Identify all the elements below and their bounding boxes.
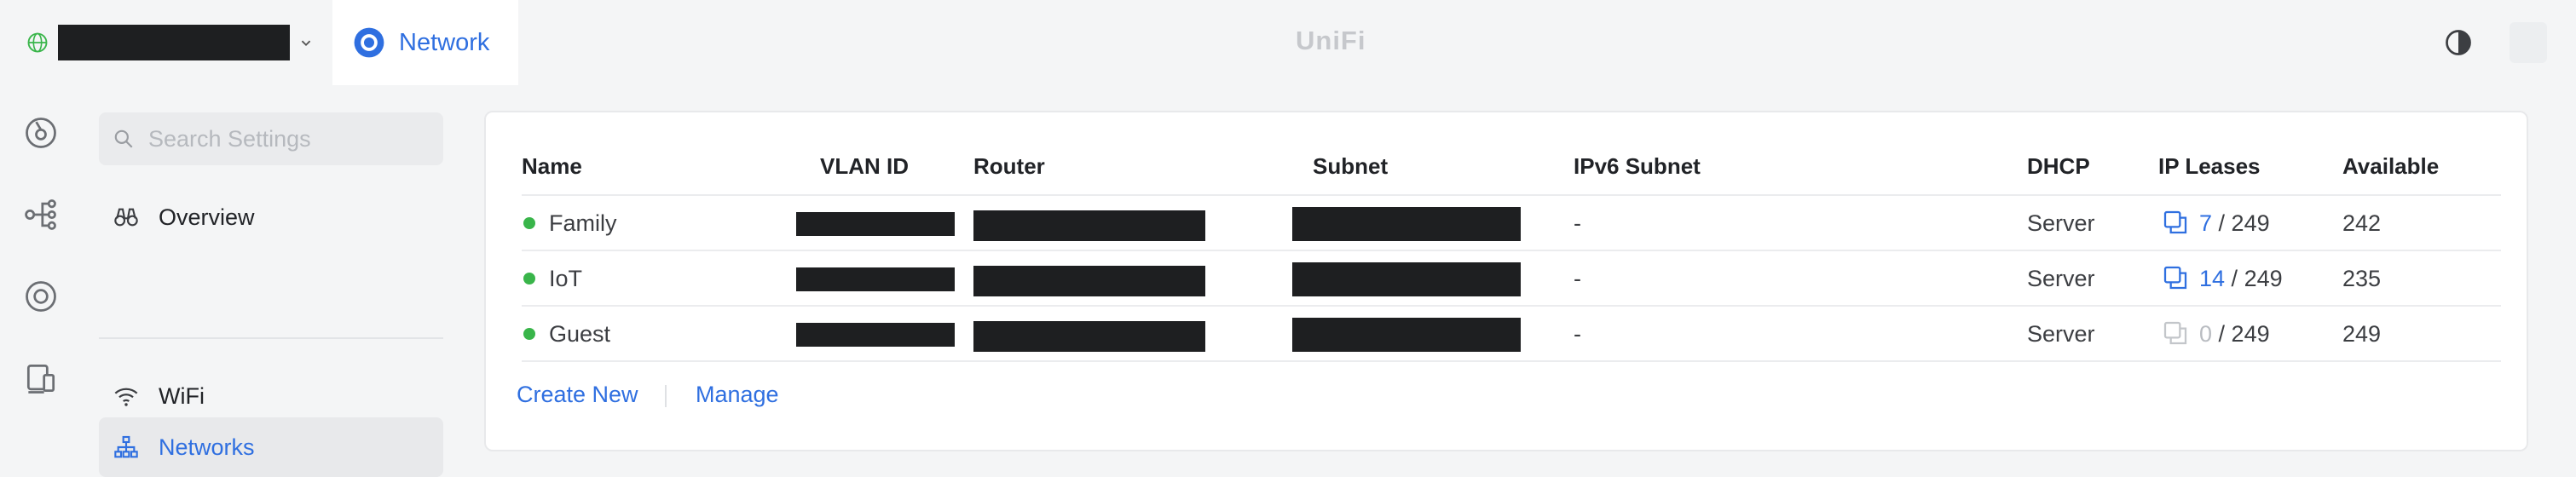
- dashboard-icon[interactable]: [22, 114, 60, 152]
- leases-icon[interactable]: [2162, 264, 2189, 291]
- networks-panel: Name VLAN ID Router Subnet IPv6 Subnet D…: [484, 111, 2528, 451]
- top-bar: Network UniFi: [0, 0, 2576, 85]
- ip-leases[interactable]: 14 / 249: [2199, 266, 2283, 292]
- settings-sidebar: Overview WiFi Networks: [85, 85, 460, 477]
- ip-leases[interactable]: 0 / 249: [2199, 321, 2270, 348]
- table-row[interactable]: IoT - Server 14 / 249 235: [486, 250, 2530, 305]
- ipv6-subnet: -: [1574, 210, 1581, 236]
- app-tab-label: Network: [399, 28, 490, 56]
- create-new-link[interactable]: Create New: [517, 382, 638, 408]
- network-name: IoT: [549, 266, 583, 291]
- column-header-available[interactable]: Available: [2342, 153, 2439, 180]
- ipv6-subnet: -: [1574, 266, 1581, 291]
- status-dot: [523, 273, 535, 284]
- search-field[interactable]: [99, 112, 443, 165]
- network-name: Guest: [549, 321, 611, 347]
- available-count: 242: [2342, 210, 2382, 236]
- network-app-icon: [354, 27, 384, 58]
- networks-icon: [114, 435, 138, 458]
- subnet-redacted: [1292, 262, 1521, 296]
- dhcp-mode: Server: [2027, 266, 2095, 291]
- unifi-logo: UniFi: [1296, 26, 1366, 55]
- network-name: Family: [549, 210, 617, 236]
- subnet-redacted: [1292, 207, 1521, 241]
- search-icon: [114, 129, 133, 148]
- column-header-ip-leases[interactable]: IP Leases: [2158, 153, 2261, 180]
- binoculars-icon: [114, 208, 138, 227]
- manage-link[interactable]: Manage: [696, 382, 779, 408]
- leases-icon[interactable]: [2162, 319, 2189, 347]
- column-header-router[interactable]: Router: [973, 153, 1045, 180]
- search-input[interactable]: [148, 125, 430, 152]
- router-redacted: [973, 321, 1205, 352]
- column-header-ipv6-subnet[interactable]: IPv6 Subnet: [1574, 153, 1701, 180]
- router-redacted: [973, 266, 1205, 296]
- dhcp-mode: Server: [2027, 321, 2095, 347]
- chevron-down-icon: [301, 40, 311, 47]
- app-rail: [0, 85, 85, 414]
- ipv6-subnet: -: [1574, 321, 1581, 347]
- sidebar-item-label: WiFi: [159, 382, 205, 409]
- site-name-redacted: [58, 25, 290, 60]
- sidebar-item-networks[interactable]: Networks: [99, 417, 443, 477]
- leases-used: 7: [2199, 210, 2213, 236]
- client-devices-icon[interactable]: [22, 359, 60, 397]
- leases-used: 0: [2199, 321, 2213, 347]
- table-row[interactable]: Family - Server 7 / 249 242: [486, 195, 2530, 250]
- column-header-dhcp[interactable]: DHCP: [2027, 153, 2090, 180]
- column-header-subnet[interactable]: Subnet: [1313, 153, 1388, 180]
- topology-icon[interactable]: [22, 196, 60, 233]
- leases-total: 249: [2231, 210, 2270, 236]
- status-dot: [523, 328, 535, 340]
- theme-toggle-icon[interactable]: [2443, 27, 2474, 58]
- footer-divider: [665, 385, 667, 407]
- avatar[interactable]: [2510, 22, 2547, 63]
- available-count: 249: [2342, 321, 2382, 347]
- wifi-icon: [114, 388, 138, 406]
- table-row[interactable]: Guest - Server 0 / 249 249: [486, 306, 2530, 360]
- sidebar-item-label: Networks: [159, 434, 255, 460]
- table-divider: [522, 360, 2501, 362]
- vlan-id-redacted: [796, 323, 955, 347]
- sidebar-item-label: Overview: [159, 204, 255, 230]
- leases-icon[interactable]: [2162, 209, 2189, 236]
- column-header-vlan-id[interactable]: VLAN ID: [820, 153, 909, 180]
- app-tab-network[interactable]: Network: [332, 0, 518, 85]
- vlan-id-redacted: [796, 212, 955, 236]
- dhcp-mode: Server: [2027, 210, 2095, 236]
- leases-used: 14: [2199, 266, 2226, 291]
- site-selector[interactable]: [26, 22, 315, 63]
- router-redacted: [973, 210, 1205, 241]
- sidebar-item-overview[interactable]: Overview: [99, 187, 443, 247]
- sidebar-divider: [99, 337, 443, 339]
- vlan-id-redacted: [796, 267, 955, 291]
- subnet-redacted: [1292, 318, 1521, 352]
- available-count: 235: [2342, 266, 2382, 291]
- unifi-devices-icon[interactable]: [22, 278, 60, 315]
- status-dot: [523, 217, 535, 229]
- ip-leases[interactable]: 7 / 249: [2199, 210, 2270, 237]
- globe-icon: [27, 32, 48, 53]
- leases-total: 249: [2231, 321, 2270, 347]
- leases-total: 249: [2244, 266, 2283, 291]
- column-header-name[interactable]: Name: [522, 153, 582, 180]
